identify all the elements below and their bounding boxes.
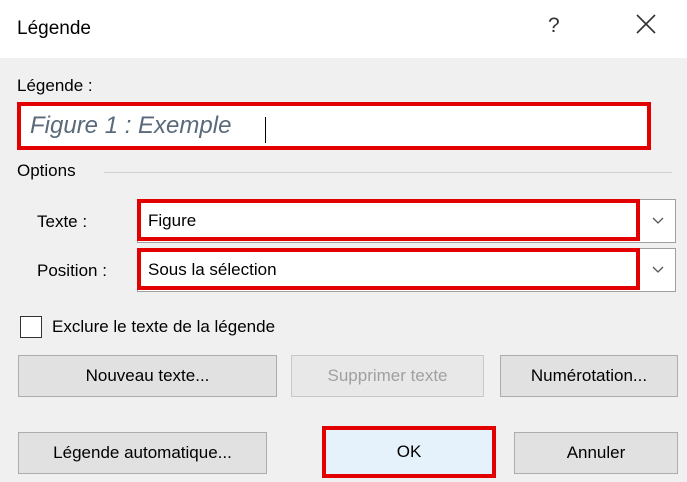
position-dropdown[interactable]: Sous la sélection [137, 248, 676, 292]
position-field-label: Position : [37, 261, 107, 280]
caption-input-value: Figure 1 : Exemple [30, 112, 232, 139]
autocaption-button[interactable]: Légende automatique... [18, 432, 267, 474]
ok-button[interactable]: OK [322, 426, 496, 478]
new-label-button[interactable]: Nouveau texte... [18, 355, 277, 397]
close-icon [636, 14, 656, 34]
label-dropdown-value: Figure [148, 211, 197, 230]
position-dropdown-value: Sous la sélection [148, 260, 277, 279]
delete-label-button[interactable]: Supprimer texte [291, 355, 484, 397]
caption-label: Légende : [17, 76, 93, 96]
label-dropdown-highlight [137, 199, 640, 241]
dialog-title: Légende [17, 18, 91, 39]
chevron-down-icon [652, 266, 664, 273]
text-caret [265, 117, 266, 143]
position-dropdown-arrow[interactable] [641, 249, 675, 291]
title-bar: Légende ? [0, 0, 687, 58]
label-field-label: Texte : [37, 212, 88, 231]
options-group-label: Options [17, 161, 76, 180]
caption-input[interactable]: Figure 1 : Exemple [17, 102, 651, 150]
numbering-button[interactable]: Numérotation... [500, 355, 678, 397]
exclude-label-text: Exclure le texte de la légende [52, 317, 276, 336]
chevron-down-icon [652, 217, 664, 224]
help-button[interactable]: ? [548, 14, 560, 38]
close-button[interactable] [634, 12, 658, 36]
caption-label-text: Légende : [17, 76, 93, 95]
options-divider [104, 172, 672, 173]
cancel-button[interactable]: Annuler [514, 432, 678, 474]
label-dropdown[interactable]: Figure [137, 199, 676, 243]
label-dropdown-arrow[interactable] [641, 200, 675, 242]
exclude-label-checkbox[interactable] [20, 316, 42, 338]
